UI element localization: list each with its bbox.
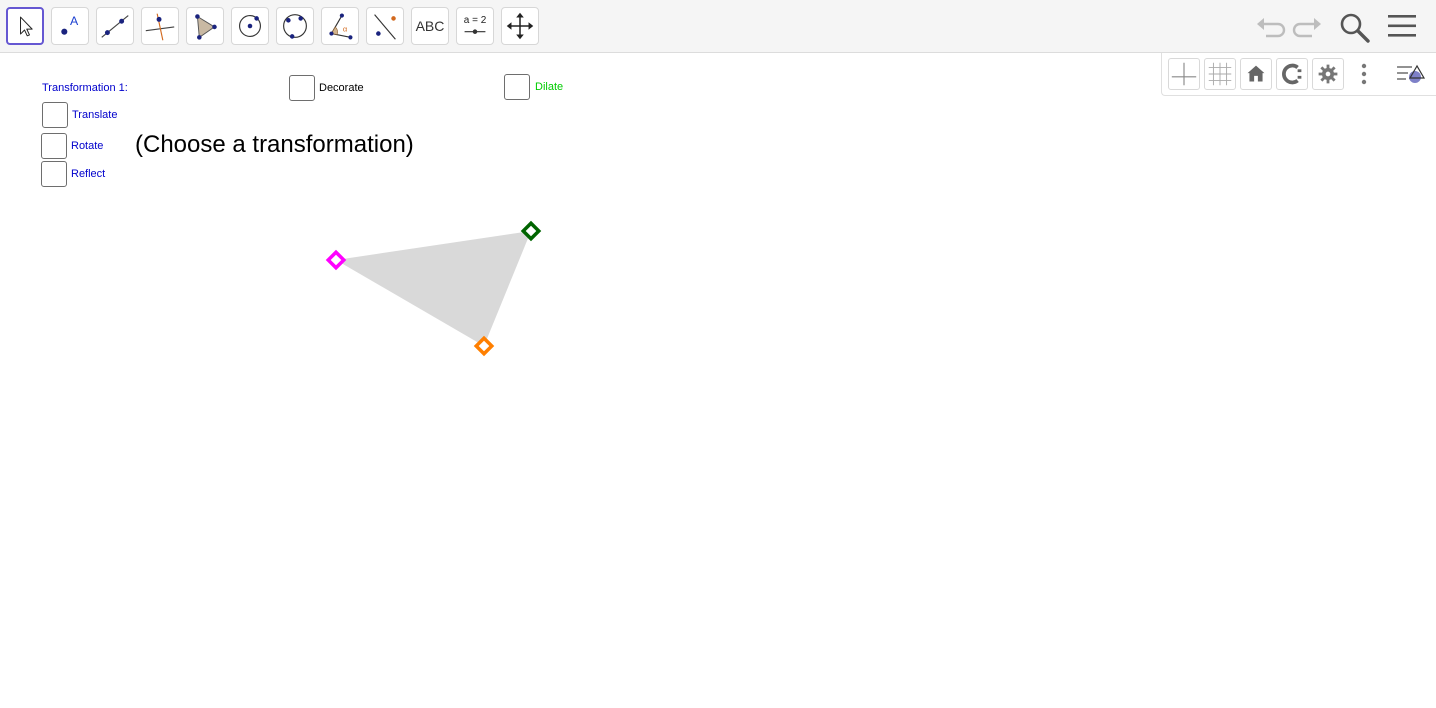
translate-label[interactable]: Translate	[72, 109, 117, 121]
circle-center-point-tool-button[interactable]	[231, 7, 269, 45]
decorate-checkbox[interactable]	[289, 75, 315, 101]
gear-icon	[1318, 64, 1338, 84]
axes-icon	[1171, 62, 1197, 86]
standard-view-button[interactable]	[1240, 58, 1272, 90]
vertex-magenta[interactable]	[325, 249, 347, 271]
svg-text:α: α	[343, 25, 348, 34]
triangle-polygon[interactable]	[336, 231, 531, 346]
more-vertical-icon	[1361, 63, 1367, 85]
text-tool-button[interactable]: ABC	[411, 7, 449, 45]
move-tool-button[interactable]	[6, 7, 44, 45]
transformation-title: Transformation 1:	[42, 82, 128, 94]
point-capturing-button[interactable]	[1276, 58, 1308, 90]
move-graphics-view-tool-button[interactable]	[501, 7, 539, 45]
reflect-checkbox[interactable]	[41, 161, 67, 187]
circle-three-points-icon	[283, 14, 307, 39]
angle-tool-button[interactable]: α	[321, 7, 359, 45]
polygon-tool-button[interactable]	[186, 7, 224, 45]
perpendicular-line-icon	[145, 13, 175, 41]
dilate-label[interactable]: Dilate	[535, 81, 563, 93]
dilate-checkbox[interactable]	[504, 74, 530, 100]
toggle-grid-button[interactable]	[1204, 58, 1236, 90]
point-capturing-icon	[1282, 63, 1302, 85]
point-icon: A	[61, 14, 79, 35]
angle-icon: α	[329, 13, 353, 40]
menu-icon[interactable]	[1386, 12, 1418, 40]
line-icon	[101, 15, 129, 38]
home-icon	[1247, 65, 1265, 82]
style-bar-toggle-button[interactable]	[1394, 58, 1426, 90]
reflect-line-icon	[374, 14, 396, 40]
decorate-label[interactable]: Decorate	[319, 82, 364, 94]
grid-icon	[1208, 62, 1232, 86]
perpendicular-line-tool-button[interactable]	[141, 7, 179, 45]
rotate-checkbox[interactable]	[41, 133, 67, 159]
move-view-icon	[506, 12, 534, 40]
rotate-label[interactable]: Rotate	[71, 140, 103, 152]
reflect-about-line-tool-button[interactable]	[366, 7, 404, 45]
slider-track-icon	[464, 29, 486, 34]
polygon-icon	[195, 14, 217, 40]
svg-text:A: A	[70, 14, 79, 28]
choose-transformation-prompt: (Choose a transformation)	[135, 131, 414, 158]
toolbar: A α ABC a = 2	[0, 0, 1436, 53]
more-options-button[interactable]	[1348, 58, 1380, 90]
graphics-settings-button[interactable]	[1312, 58, 1344, 90]
toggle-axes-button[interactable]	[1168, 58, 1200, 90]
graphics-style-bar	[1161, 53, 1436, 96]
circle-three-points-tool-button[interactable]	[276, 7, 314, 45]
text-icon: ABC	[415, 18, 445, 34]
search-icon[interactable]	[1338, 11, 1372, 43]
style-bar-toggle-icon	[1397, 64, 1426, 83]
circle-center-icon	[239, 15, 261, 37]
line-tool-button[interactable]	[96, 7, 134, 45]
arrow-cursor-icon	[20, 16, 33, 37]
redo-icon[interactable]	[1290, 12, 1324, 42]
reflect-label[interactable]: Reflect	[71, 168, 105, 180]
graphics-canvas	[325, 220, 542, 357]
slider-icon: a = 2	[457, 8, 493, 44]
point-tool-button[interactable]: A	[51, 7, 89, 45]
translate-checkbox[interactable]	[42, 102, 68, 128]
undo-icon[interactable]	[1254, 12, 1288, 42]
slider-tool-button[interactable]: a = 2	[456, 7, 494, 45]
